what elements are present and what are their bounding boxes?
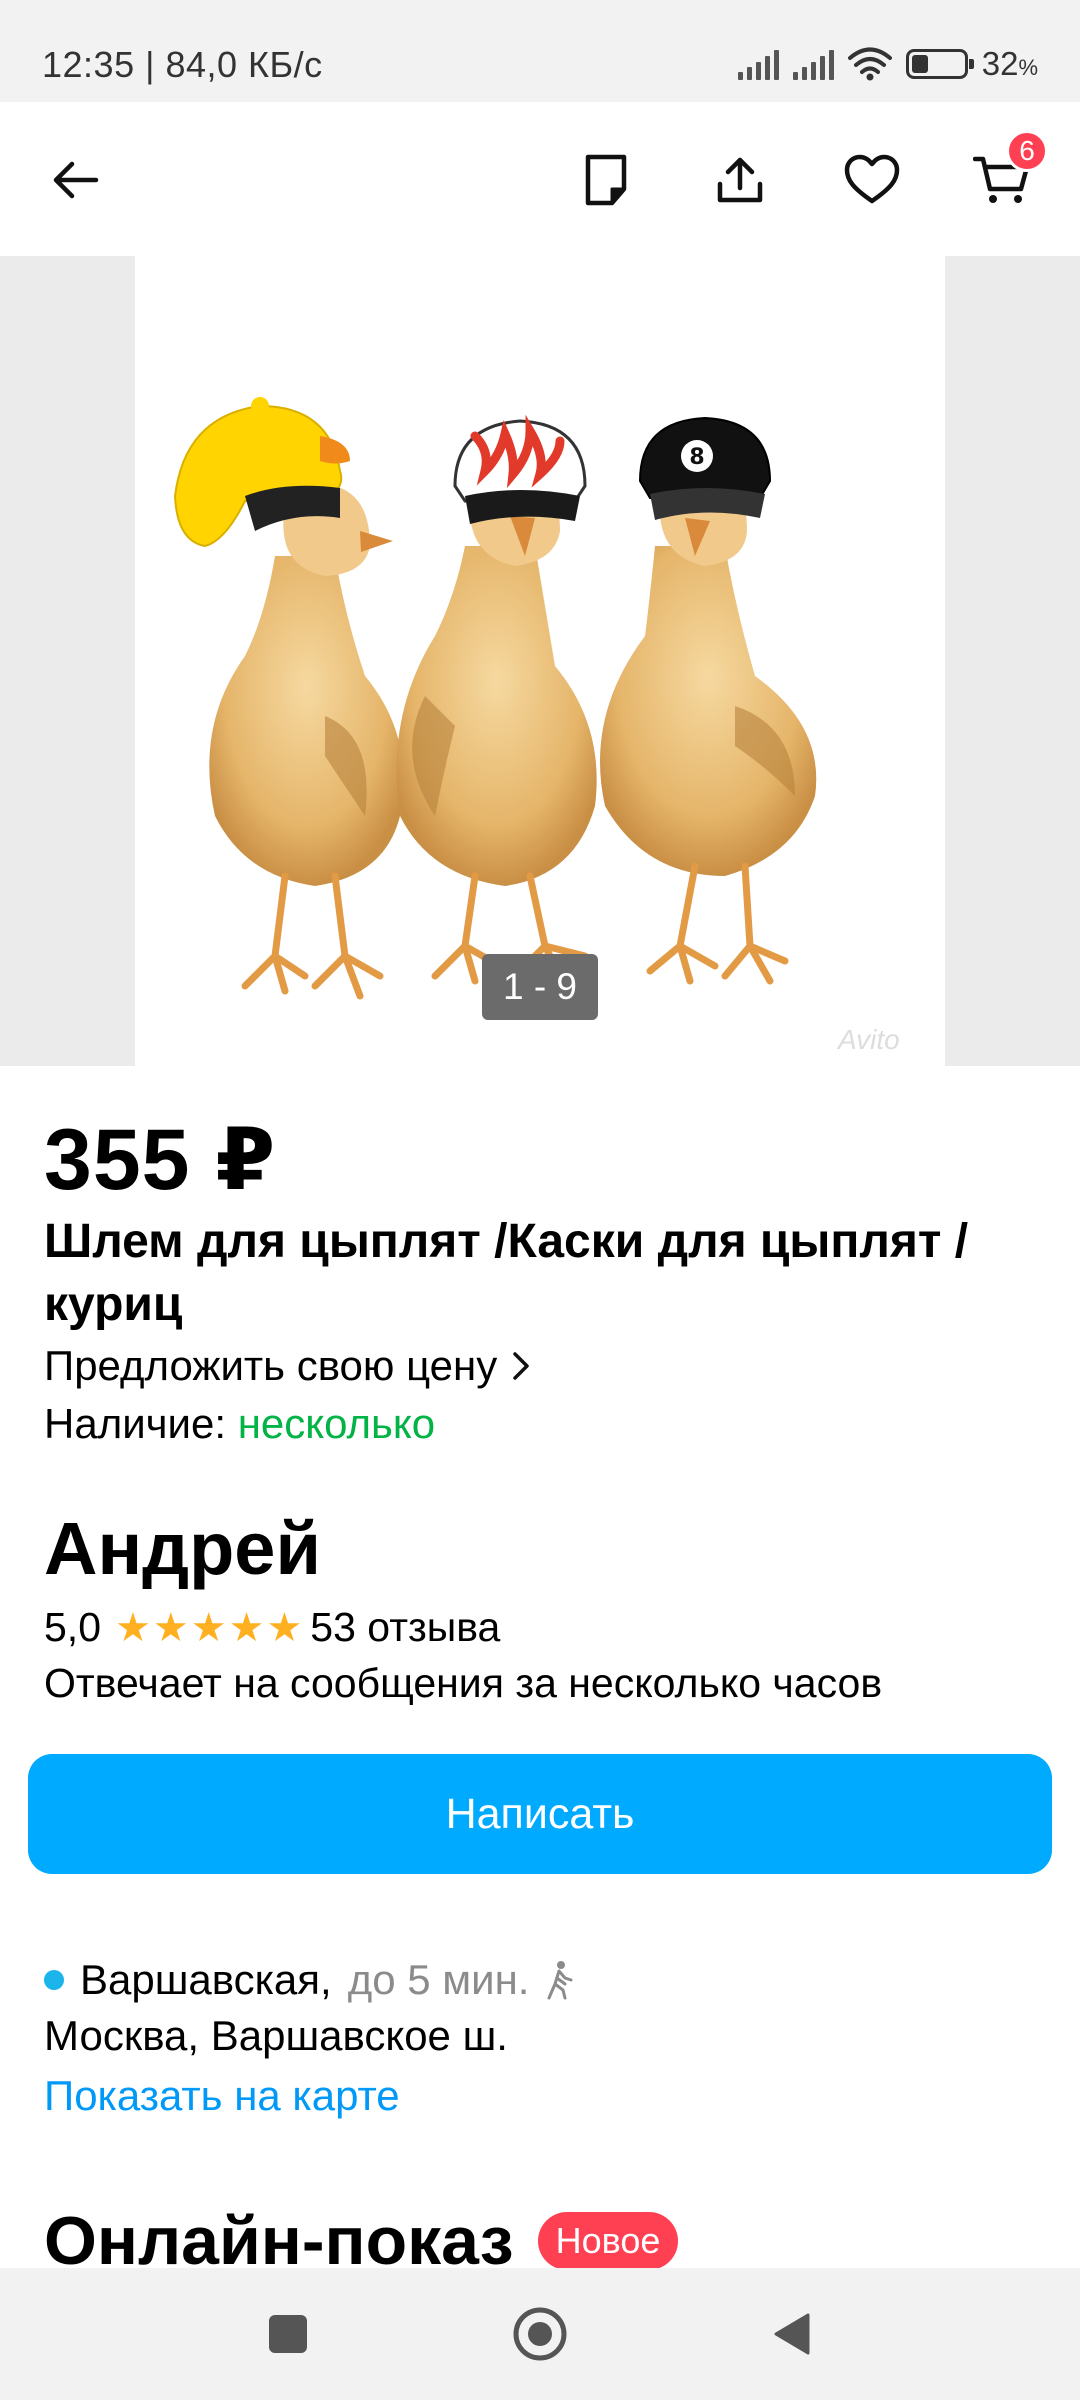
address: Москва, Варшавское ш. — [44, 2012, 508, 2059]
signal-icon-2 — [792, 48, 834, 80]
app-bar: 6 — [0, 102, 1080, 256]
star-icon: ★ — [115, 1605, 151, 1650]
star-icon: ★ — [228, 1605, 265, 1650]
walking-person-icon — [547, 1961, 573, 2000]
seller-name[interactable]: Андрей — [44, 1506, 321, 1591]
rating-stars: ★ ★ ★ ★ ★ — [115, 1608, 302, 1648]
star-icon: ★ — [152, 1605, 189, 1650]
back-arrow-icon[interactable] — [36, 140, 116, 220]
chick-8ball-helmet: 8 — [600, 416, 817, 985]
reviews-count: 53 отзыва — [310, 1604, 501, 1650]
show-on-map-link[interactable]: Показать на карте — [44, 2072, 400, 2120]
star-icon: ★ — [266, 1605, 303, 1650]
avito-watermark: Avito — [838, 1024, 900, 1055]
cart-icon[interactable]: 6 — [962, 130, 1048, 220]
offer-price-label: Предложить свою цену — [44, 1342, 498, 1389]
availability-label: Наличие: — [44, 1400, 227, 1447]
wifi-icon — [847, 47, 892, 81]
photo-gallery[interactable]: 8 1 - 9 — [0, 256, 1080, 1066]
cart-badge: 6 — [1006, 130, 1048, 172]
photo-counter: 1 - 9 — [482, 954, 598, 1020]
write-message-button[interactable]: Написать — [28, 1754, 1052, 1874]
chick-flame-helmet — [396, 414, 597, 990]
metro-walk-time: до 5 мин. — [347, 1956, 530, 2003]
chicks-with-helmets-image: 8 — [173, 397, 817, 1000]
availability-value: несколько — [237, 1400, 436, 1447]
battery-icon — [905, 49, 974, 79]
svg-text:8: 8 — [689, 445, 704, 470]
seller-rating[interactable]: 5,0 ★ ★ ★ ★ ★ 53 отзыва — [44, 1604, 500, 1651]
metro-line-dot — [44, 1970, 64, 1990]
offer-price-link[interactable]: Предложить свою цену — [44, 1342, 531, 1390]
product-photo[interactable]: 8 — [135, 256, 945, 1066]
availability: Наличие: несколько — [44, 1400, 435, 1448]
status-time: 12:35 | 84,0 КБ/с — [42, 44, 323, 85]
price: 355 ₽ — [44, 1112, 277, 1208]
response-time-note: Отвечает на сообщения за несколько часов — [44, 1660, 883, 1706]
home-circle-icon[interactable] — [510, 2304, 570, 2364]
star-icon: ★ — [190, 1605, 227, 1650]
metro-info: Варшавская, до 5 мин. — [44, 1956, 573, 2004]
back-triangle-icon[interactable] — [762, 2304, 822, 2364]
listing-title: Шлем для цыплят /Каски для цыплят / кури… — [44, 1215, 969, 1331]
heart-icon[interactable] — [832, 140, 912, 220]
chevron-right-icon — [513, 1352, 529, 1380]
battery-percent: 32% — [981, 45, 1038, 82]
note-icon[interactable] — [566, 140, 646, 220]
rating-value: 5,0 — [44, 1604, 101, 1650]
metro-station: Варшавская, — [80, 1956, 332, 2003]
signal-icon — [737, 48, 779, 80]
status-bar: 12:35 | 84,0 КБ/с 32% — [0, 0, 1080, 102]
share-icon[interactable] — [700, 140, 780, 220]
new-badge: Новое — [537, 2212, 679, 2270]
chick-yellow-helmet — [173, 397, 404, 1000]
recents-square-icon[interactable] — [258, 2304, 318, 2364]
system-nav-bar — [0, 2268, 1080, 2400]
status-icons: 32% — [737, 44, 1038, 84]
